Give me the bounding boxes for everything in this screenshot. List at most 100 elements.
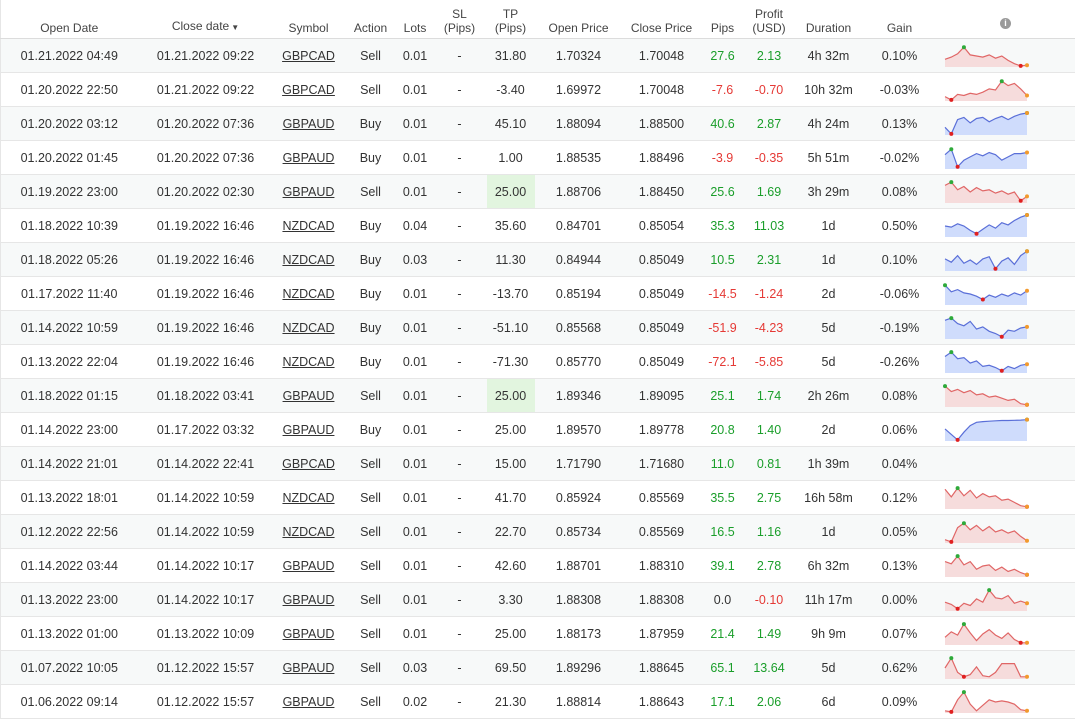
symbol-cell[interactable]: GBPAUD [273,174,344,209]
symbol-link[interactable]: GBPAUD [283,151,335,165]
symbol-link[interactable]: GBPAUD [283,695,335,709]
table-row[interactable]: 01.17.2022 11:40 01.19.2022 16:46 NZDCAD Bu… [0,276,1075,311]
sl-cell: - [432,582,487,617]
col-action[interactable]: Action [343,0,398,39]
symbol-cell[interactable]: NZDCAD [273,344,344,379]
col-gain[interactable]: Gain [863,0,936,39]
table-row[interactable]: 01.07.2022 10:05 01.12.2022 15:57 GBPAUD Se… [0,650,1075,685]
table-row[interactable]: 01.18.2022 10:39 01.19.2022 16:46 NZDCAD Bu… [0,208,1075,243]
table-row[interactable]: 01.14.2022 03:44 01.14.2022 10:17 GBPAUD Se… [0,548,1075,583]
table-row[interactable]: 01.19.2022 23:00 01.20.2022 02:30 GBPAUD Se… [0,174,1075,209]
symbol-cell[interactable]: GBPCAD [273,446,344,481]
col-close-price[interactable]: Close Price [622,0,701,39]
symbol-cell[interactable]: GBPAUD [273,548,344,583]
symbol-link[interactable]: NZDCAD [282,287,334,301]
symbol-cell[interactable]: NZDCAD [273,514,344,549]
open-price-label: Open Price [548,21,609,35]
tp-cell: 25.00 [486,412,535,447]
symbol-cell[interactable]: GBPAUD [273,378,344,413]
table-row[interactable]: 01.13.2022 18:01 01.14.2022 10:59 NZDCAD Se… [0,480,1075,515]
symbol-cell[interactable]: NZDCAD [273,208,344,243]
col-tp[interactable]: TP (Pips) [486,0,535,39]
symbol-link[interactable]: GBPAUD [283,593,335,607]
sl-cell: - [432,140,487,175]
symbol-link[interactable]: GBPCAD [282,49,335,63]
symbol-link[interactable]: NZDCAD [282,219,334,233]
symbol-cell[interactable]: GBPAUD [273,106,344,141]
profit-cell: -4.23 [744,310,794,345]
symbol-link[interactable]: GBPAUD [283,423,335,437]
close-date-cell: 01.21.2022 09:22 [137,38,274,73]
table-row[interactable]: 01.13.2022 01:00 01.13.2022 10:09 GBPAUD Se… [0,616,1075,651]
symbol-cell[interactable]: GBPAUD [273,616,344,651]
table-row[interactable]: 01.20.2022 22:50 01.21.2022 09:22 GBPCAD Se… [0,72,1075,107]
pips-cell: 16.5 [700,514,745,549]
symbol-link[interactable]: NZDCAD [282,525,334,539]
info-icon[interactable]: i [1000,18,1011,29]
symbol-cell[interactable]: GBPAUD [273,582,344,617]
symbol-cell[interactable]: NZDCAD [273,310,344,345]
col-pips[interactable]: Pips [700,0,745,39]
symbol-cell[interactable]: GBPAUD [273,140,344,175]
open-date-cell: 01.21.2022 04:49 [0,38,138,73]
symbol-link[interactable]: GBPCAD [282,83,335,97]
col-open-price[interactable]: Open Price [534,0,623,39]
action-cell: Sell [343,378,398,413]
col-duration[interactable]: Duration [793,0,864,39]
symbol-link[interactable]: GBPAUD [283,661,335,675]
symbol-link[interactable]: GBPAUD [283,559,335,573]
symbol-link[interactable]: NZDCAD [282,253,334,267]
table-row[interactable]: 01.06.2022 09:14 01.12.2022 15:57 GBPAUD Se… [0,684,1075,719]
symbol-link[interactable]: NZDCAD [282,321,334,335]
gain-cell: 0.05% [863,514,936,549]
table-row[interactable]: 01.18.2022 01:15 01.18.2022 03:41 GBPAUD Se… [0,378,1075,413]
table-row[interactable]: 01.14.2022 21:01 01.14.2022 22:41 GBPCAD Se… [0,446,1075,481]
lots-cell: 0.01 [397,378,433,413]
gain-cell: 0.13% [863,106,936,141]
profit-cell: 2.13 [744,38,794,73]
tp-cell: -13.70 [486,276,535,311]
table-row[interactable]: 01.12.2022 22:56 01.14.2022 10:59 NZDCAD Se… [0,514,1075,549]
symbol-cell[interactable]: NZDCAD [273,242,344,277]
symbol-link[interactable]: GBPAUD [283,627,335,641]
col-sl[interactable]: SL (Pips) [432,0,487,39]
table-row[interactable]: 01.20.2022 03:12 01.20.2022 07:36 GBPAUD Bu… [0,106,1075,141]
table-row[interactable]: 01.13.2022 23:00 01.14.2022 10:17 GBPAUD Se… [0,582,1075,617]
table-row[interactable]: 01.13.2022 22:04 01.19.2022 16:46 NZDCAD Bu… [0,344,1075,379]
symbol-cell[interactable]: GBPCAD [273,38,344,73]
sl-cell: - [432,514,487,549]
symbol-link[interactable]: GBPAUD [283,185,335,199]
open-date-cell: 01.14.2022 10:59 [0,310,138,345]
symbol-link[interactable]: GBPAUD [283,389,335,403]
table-row[interactable]: 01.14.2022 23:00 01.17.2022 03:32 GBPAUD Bu… [0,412,1075,447]
col-open-date[interactable]: Open Date [0,0,138,39]
sparkline-low-marker [948,709,953,714]
symbol-link[interactable]: NZDCAD [282,355,334,369]
symbol-cell[interactable]: NZDCAD [273,276,344,311]
symbol-cell[interactable]: GBPAUD [273,412,344,447]
col-close-date[interactable]: Close date ▼ [137,0,274,39]
col-profit[interactable]: Profit (USD) [744,0,794,39]
profit-cell: 1.16 [744,514,794,549]
table-row[interactable]: 01.21.2022 04:49 01.21.2022 09:22 GBPCAD Se… [0,38,1075,73]
table-row[interactable]: 01.14.2022 10:59 01.19.2022 16:46 NZDCAD Bu… [0,310,1075,345]
lots-cell: 0.01 [397,446,433,481]
symbol-cell[interactable]: GBPCAD [273,72,344,107]
symbol-link[interactable]: GBPAUD [283,117,335,131]
symbol-cell[interactable]: GBPAUD [273,684,344,719]
close-price-cell: 1.88450 [622,174,701,209]
table-row[interactable]: 01.18.2022 05:26 01.19.2022 16:46 NZDCAD Bu… [0,242,1075,277]
symbol-cell[interactable]: NZDCAD [273,480,344,515]
trade-sparkline [944,110,1029,136]
symbol-link[interactable]: GBPCAD [282,457,335,471]
trade-sparkline-cell [935,684,1075,719]
symbol-link[interactable]: NZDCAD [282,491,334,505]
col-lots[interactable]: Lots [397,0,433,39]
symbol-label: Symbol [288,21,329,35]
open-date-cell: 01.13.2022 22:04 [0,344,138,379]
trade-sparkline [944,520,1029,544]
open-price-cell: 1.88535 [534,140,623,175]
symbol-cell[interactable]: GBPAUD [273,650,344,685]
table-row[interactable]: 01.20.2022 01:45 01.20.2022 07:36 GBPAUD Bu… [0,140,1075,175]
col-symbol[interactable]: Symbol [273,0,344,39]
